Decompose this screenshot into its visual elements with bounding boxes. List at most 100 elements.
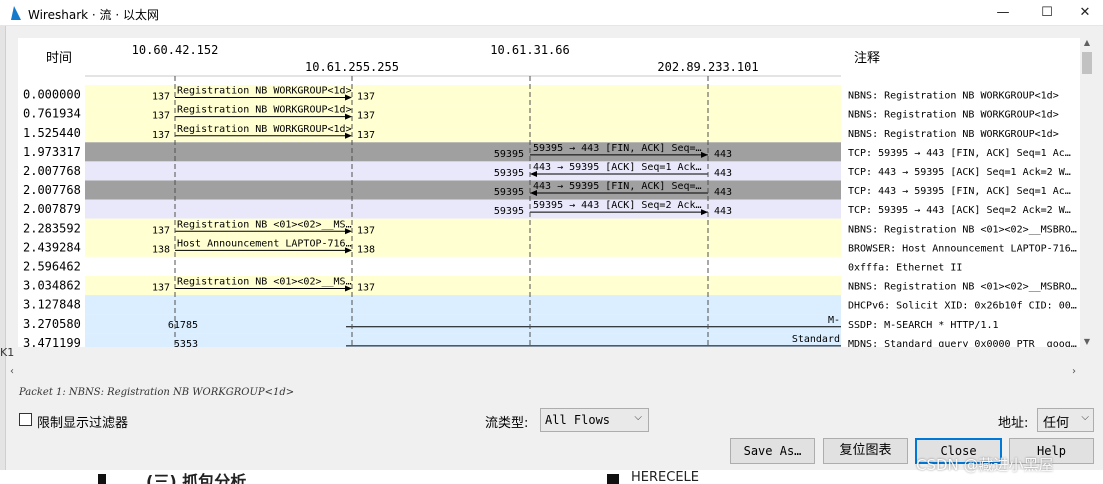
host-label: 10.61.31.66 — [490, 43, 569, 57]
row-destination-port: 137 — [357, 111, 375, 122]
flow-arrow-label: Registration NB WORKGROUP<1d> — [177, 124, 352, 135]
chevron-down-icon: ⌵ — [1081, 412, 1089, 423]
minimize-button[interactable]: — — [980, 0, 1026, 26]
flow-arrow-label: Registration NB WORKGROUP<1d> — [177, 105, 352, 116]
row-comment: TCP: 443 → 59395 [ACK] Seq=1 Ack=2 W… — [848, 167, 1071, 178]
row-time: 0.761934 — [23, 107, 81, 121]
background-window-strip — [0, 26, 6, 484]
row-time: 2.007768 — [23, 183, 81, 197]
row-background — [85, 295, 841, 315]
limit-display-filter-label[interactable]: 限制显示过滤器 — [37, 412, 128, 431]
row-time: 2.007879 — [23, 202, 81, 216]
row-destination-port: 137 — [357, 92, 375, 103]
row-comment: TCP: 59395 → 443 [FIN, ACK] Seq=1 Ac… — [848, 148, 1071, 159]
host-label: 202.89.233.101 — [657, 60, 758, 74]
row-time: 3.034862 — [23, 279, 81, 293]
row-source-port: 138 — [152, 244, 170, 255]
row-source-port: 137 — [152, 283, 170, 294]
row-destination-port: 137 — [357, 225, 375, 236]
row-source-port: 59395 — [494, 168, 524, 179]
row-comment: BROWSER: Host Announcement LAPTOP-716… — [848, 243, 1077, 254]
limit-display-filter-checkbox[interactable] — [19, 413, 32, 426]
background-word: HERECELE — [631, 470, 699, 484]
row-time: 3.471199 — [23, 336, 81, 347]
row-background — [85, 314, 841, 334]
row-source-port: 137 — [152, 111, 170, 122]
host-label: 10.61.255.255 — [305, 60, 399, 74]
comment-column-header: 注释 — [854, 51, 880, 66]
flow-arrow-label: Registration NB <01><02>__MS… — [177, 219, 352, 230]
background-bullet — [98, 474, 106, 484]
scroll-left-icon[interactable]: ‹ — [6, 366, 18, 380]
row-comment: DHCPv6: Solicit XID: 0x26b10f CID: 00… — [848, 301, 1077, 312]
flow-arrow-label: 59395 → 443 [FIN, ACK] Seq=… — [533, 143, 702, 154]
row-source-port: 5353 — [174, 339, 198, 347]
flow-arrow-label: 443 → 59395 [FIN, ACK] Seq=… — [533, 181, 702, 192]
background-heading: (三) 抓包分析 — [146, 472, 247, 484]
row-comment: MDNS: Standard query 0x0000 PTR _goog… — [848, 339, 1077, 347]
reset-diagram-button[interactable]: 复位图表 — [823, 438, 908, 464]
row-comment: NBNS: Registration NB WORKGROUP<1d> — [848, 129, 1059, 140]
wireshark-fin-icon — [11, 6, 21, 20]
row-destination-port: 137 — [357, 283, 375, 294]
background-strip-text: K1 — [0, 346, 15, 359]
row-time: 2.439284 — [23, 240, 81, 254]
row-comment: TCP: 59395 → 443 [ACK] Seq=2 Ack=2 W… — [848, 205, 1071, 216]
scroll-up-icon[interactable]: ▲ — [1080, 38, 1094, 50]
row-source-port: 137 — [152, 130, 170, 141]
packet-info-label: Packet 1: NBNS: Registration NB WORKGROU… — [19, 387, 295, 398]
host-label: 10.60.42.152 — [132, 43, 219, 57]
row-destination-port: 137 — [357, 130, 375, 141]
flow-graph-canvas[interactable]: 时间 注释 10.60.42.152 10.61.255.255 10.61.31.66… — [18, 38, 1081, 347]
row-comment: SSDP: M-SEARCH * HTTP/1.1 — [848, 320, 999, 331]
row-source-port: 137 — [152, 92, 170, 103]
row-time: 1.973317 — [23, 145, 81, 159]
row-comment: NBNS: Registration NB WORKGROUP<1d> — [848, 91, 1059, 102]
address-select[interactable]: 任何 ⌵ — [1037, 408, 1094, 432]
vertical-scrollbar[interactable] — [1080, 38, 1094, 349]
row-destination-port: 443 — [714, 206, 732, 217]
scroll-right-icon[interactable]: › — [1068, 366, 1080, 380]
flow-type-value: All Flows — [545, 413, 611, 427]
watermark: CSDN @藏进小黑屋 — [916, 456, 1054, 474]
row-time: 0.000000 — [23, 88, 81, 102]
row-comment: NBNS: Registration NB WORKGROUP<1d> — [848, 110, 1059, 121]
vertical-scroll-thumb[interactable] — [1082, 52, 1092, 74]
background-bullet — [607, 474, 619, 484]
flow-type-select[interactable]: All Flows ⌵ — [540, 408, 649, 432]
row-source-port: 61785 — [168, 320, 198, 331]
row-comment: NBNS: Registration NB <01><02>__MSBRO… — [848, 224, 1077, 235]
flow-arrow-label: 59395 → 443 [ACK] Seq=2 Ack… — [533, 200, 702, 211]
flow-arrow-label: M- — [828, 315, 840, 326]
row-source-port: 59395 — [494, 149, 524, 160]
row-background — [85, 256, 841, 276]
row-time: 2.596462 — [23, 259, 81, 273]
row-comment: TCP: 443 → 59395 [FIN, ACK] Seq=1 Ac… — [848, 186, 1071, 197]
row-destination-port: 443 — [714, 168, 732, 179]
scroll-down-icon[interactable]: ▼ — [1080, 337, 1094, 349]
row-destination-port: 443 — [714, 187, 732, 198]
row-destination-port: 443 — [714, 149, 732, 160]
save-as-button[interactable]: Save As… — [730, 438, 815, 464]
flow-arrow-label: Registration NB <01><02>__MS… — [177, 277, 352, 288]
horizontal-scrollbar[interactable] — [18, 367, 1081, 379]
row-time: 3.270580 — [23, 317, 81, 331]
row-time: 2.283592 — [23, 221, 81, 235]
address-value: 任何 — [1043, 416, 1070, 431]
flow-arrow-label: 443 → 59395 [ACK] Seq=1 Ack… — [533, 162, 702, 173]
row-background — [85, 333, 841, 347]
flow-arrow-label: Host Announcement LAPTOP-716… — [177, 238, 352, 249]
close-window-button[interactable]: ✕ — [1062, 0, 1103, 26]
chevron-down-icon: ⌵ — [634, 412, 642, 423]
time-column-header: 时间 — [46, 51, 72, 66]
row-source-port: 59395 — [494, 206, 524, 217]
flow-type-label: 流类型: — [485, 416, 529, 431]
row-time: 2.007768 — [23, 164, 81, 178]
address-label: 地址: — [998, 416, 1029, 431]
row-source-port: 59395 — [494, 187, 524, 198]
row-source-port: 137 — [152, 225, 170, 236]
flow-arrow-label: Standard — [792, 334, 840, 345]
flow-graph[interactable]: 时间 注释 10.60.42.152 10.61.255.255 10.61.31.66… — [18, 38, 1081, 347]
row-time: 1.525440 — [23, 126, 81, 140]
flow-arrow-label: Registration NB WORKGROUP<1d> — [177, 86, 352, 97]
